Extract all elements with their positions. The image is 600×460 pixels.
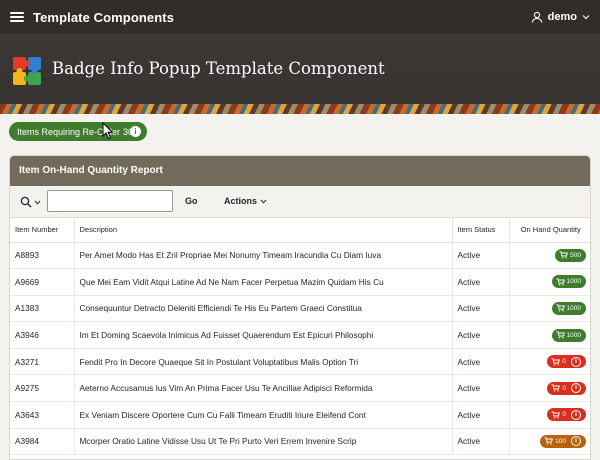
cell-on-hand-quantity: 0i — [509, 401, 590, 429]
page-title: Badge Info Popup Template Component — [52, 59, 385, 78]
cell-item-status: Active — [452, 348, 510, 376]
cell-item-number: A3946 — [10, 321, 75, 349]
cart-icon — [551, 411, 561, 419]
cell-description: Aeterno Accusamus Ius Vim An Prima Facer… — [74, 374, 453, 403]
cell-description: Per Amet Modo Has Et Zril Propriae Mei N… — [74, 242, 453, 270]
cart-icon — [544, 437, 554, 445]
info-popup-icon[interactable]: i — [571, 356, 581, 367]
cell-item-number: A8893 — [10, 242, 75, 270]
user-name: demo — [547, 11, 577, 23]
cell-item-status: Active — [452, 295, 510, 323]
cell-description: Mcorper Oratio Latine Vidisse Usu Ut Te … — [74, 428, 453, 456]
hero-region: Badge Info Popup Template Component — [0, 34, 600, 112]
cell-item-status: Active — [452, 242, 510, 270]
user-menu-button[interactable]: demo — [531, 0, 590, 34]
cell-on-hand-quantity: 0i — [509, 348, 590, 376]
table-row: A9275 Aeterno Accusamus Ius Vim An Prima … — [10, 374, 590, 403]
cell-item-number: A3643 — [10, 401, 75, 429]
search-icon — [20, 196, 32, 208]
quantity-value: 1000 — [566, 331, 581, 339]
cart-icon — [556, 278, 565, 286]
cell-on-hand-quantity: 100 i — [509, 428, 590, 456]
table-header-row: Item Number Description Item Status On H… — [10, 218, 590, 243]
cell-description: Im Et Doming Scaevola Inimicus Ad Fuisse… — [74, 321, 453, 349]
cell-item-status: Active — [452, 321, 510, 349]
info-popup-icon[interactable]: i — [571, 409, 581, 420]
quantity-badge[interactable]: 100 i — [540, 434, 586, 448]
cell-item-number: A3984 — [10, 428, 75, 456]
puzzle-logo-icon — [13, 57, 41, 85]
quantity-badge[interactable]: 1000 — [551, 301, 586, 315]
report-table: Item Number Description Item Status On H… — [10, 218, 590, 456]
chevron-down-icon — [34, 200, 41, 205]
quantity-value: 1000 — [566, 304, 581, 312]
quantity-value: 100 — [555, 437, 566, 445]
table-row: A3271 Fendit Pro In Decore Quaeque Sit In… — [10, 348, 590, 376]
user-icon — [531, 11, 542, 23]
decorative-banner — [0, 104, 600, 114]
mouse-cursor-icon — [102, 122, 114, 140]
cell-description: Ex Veniam Discere Oportere Cum Cu Falli … — [74, 401, 453, 429]
info-popup-icon[interactable]: i — [571, 383, 581, 394]
quantity-badge[interactable]: 0i — [547, 381, 586, 395]
cell-item-status: Active — [452, 428, 510, 456]
quantity-badge[interactable]: 1000 — [551, 275, 586, 289]
search-column-menu[interactable] — [20, 196, 41, 208]
column-header-item-status[interactable]: Item Status — [452, 218, 510, 243]
actions-label: Actions — [224, 196, 258, 206]
cell-item-status: Active — [452, 268, 510, 296]
quantity-value: 500 — [570, 251, 581, 259]
cell-description: Consequuntur Detracto Deleniti Efficiend… — [74, 295, 453, 323]
quantity-badge[interactable]: 0i — [547, 355, 586, 369]
chevron-down-icon — [260, 199, 267, 204]
search-input[interactable] — [47, 190, 173, 212]
cart-icon — [556, 331, 565, 339]
column-header-item-number[interactable]: Item Number — [10, 218, 75, 243]
quantity-badge[interactable]: 0i — [547, 408, 586, 422]
quantity-value: 0 — [562, 411, 566, 419]
cart-icon — [556, 304, 565, 312]
table-row: A3984 Mcorper Oratio Latine Vidisse Usu U… — [10, 428, 590, 456]
cell-item-status: Active — [452, 374, 510, 403]
cell-description: Fendit Pro In Decore Quaeque Sit In Post… — [74, 348, 453, 376]
report-region: Item On-Hand Quantity Report Go Actions … — [9, 155, 591, 460]
menu-icon[interactable] — [10, 12, 24, 22]
quantity-value: 0 — [562, 358, 566, 366]
quantity-value: 0 — [562, 384, 566, 392]
column-header-on-hand-quantity[interactable]: On Hand Quantity — [509, 218, 590, 243]
cell-item-number: A9669 — [10, 268, 75, 296]
quantity-badge[interactable]: 500 — [555, 248, 586, 262]
cart-icon — [551, 358, 561, 366]
cart-icon — [559, 251, 569, 259]
table-row: A3946 Im Et Doming Scaevola Inimicus Ad F… — [10, 321, 590, 349]
cell-on-hand-quantity: 1000 — [509, 295, 590, 323]
cart-icon — [551, 384, 561, 392]
cell-item-status: Active — [452, 401, 510, 429]
table-row: A8893 Per Amet Modo Has Et Zril Propriae … — [10, 242, 590, 270]
actions-menu-button[interactable]: Actions — [217, 190, 274, 212]
go-button[interactable]: Go — [180, 190, 203, 212]
cell-item-number: A1383 — [10, 295, 75, 323]
items-reorder-badge-button[interactable]: Items Requiring Re-Order 30 i — [9, 122, 147, 141]
region-title: Item On-Hand Quantity Report — [10, 156, 590, 186]
cell-item-number: A9275 — [10, 374, 75, 403]
chevron-down-icon — [582, 15, 590, 20]
cell-on-hand-quantity: 500 — [509, 242, 590, 270]
cell-on-hand-quantity: 1000 — [509, 321, 590, 349]
table-row: A9669 Que Mei Eam Vidit Atqui Latine Ad N… — [10, 268, 590, 296]
cell-description: Que Mei Eam Vidit Atqui Latine Ad Ne Nam… — [74, 268, 453, 296]
cell-on-hand-quantity: 1000 — [509, 268, 590, 296]
report-toolbar: Go Actions — [10, 186, 590, 218]
quantity-badge[interactable]: 1000 — [551, 328, 586, 342]
app-header: Template Components demo — [0, 0, 600, 34]
cell-item-number: A3271 — [10, 348, 75, 376]
table-row: A3643 Ex Veniam Discere Oportere Cum Cu F… — [10, 401, 590, 429]
info-popup-icon[interactable]: i — [571, 436, 581, 447]
column-header-description[interactable]: Description — [74, 218, 453, 243]
cell-on-hand-quantity: 0i — [509, 374, 590, 403]
app-title[interactable]: Template Components — [33, 10, 174, 25]
quantity-value: 1000 — [566, 278, 581, 286]
info-icon[interactable]: i — [130, 126, 141, 137]
table-row: A1383 Consequuntur Detracto Deleniti Effi… — [10, 295, 590, 323]
